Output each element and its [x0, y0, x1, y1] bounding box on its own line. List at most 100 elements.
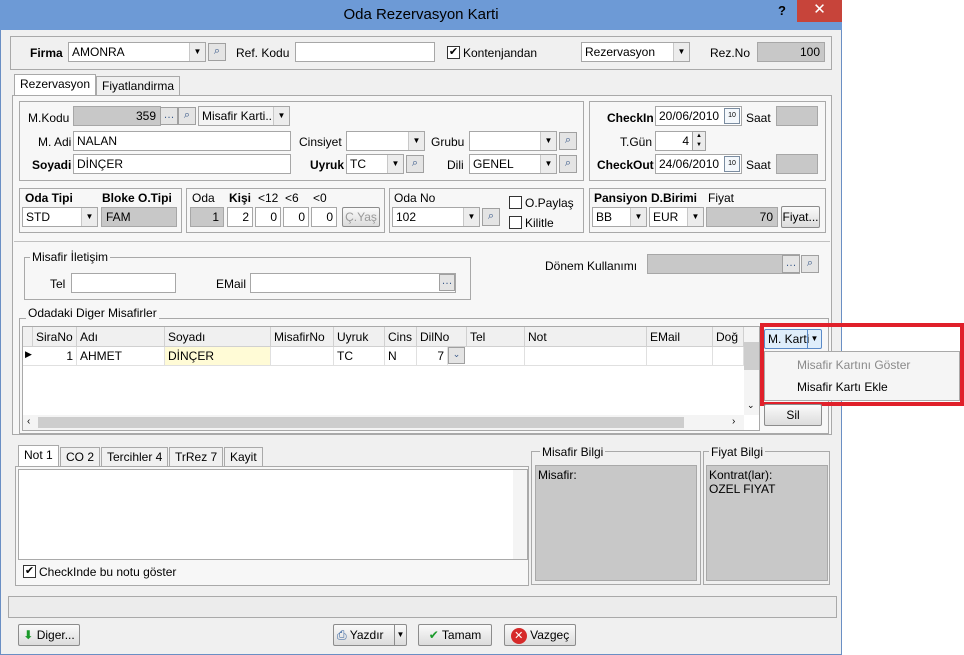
cell-cins[interactable]: N: [385, 347, 417, 365]
chevron-down-icon[interactable]: ▼: [540, 132, 556, 150]
checkin-note-checkbox[interactable]: ✔: [23, 565, 36, 578]
oda-no-select[interactable]: 102 ▼: [392, 207, 480, 227]
dbirimi-select[interactable]: EUR ▼: [649, 207, 704, 227]
search-icon[interactable]: ⌕: [208, 43, 226, 61]
ellipsis-button[interactable]: …: [782, 255, 800, 273]
col-dilno[interactable]: DilNo: [417, 327, 467, 347]
email-input[interactable]: [250, 273, 456, 293]
cell-dog[interactable]: [713, 347, 744, 365]
vazgec-button[interactable]: ✕ Vazgeç: [504, 624, 576, 646]
tab-fiyatlandirma[interactable]: Fiyatlandirma: [96, 76, 181, 96]
cell-email[interactable]: [647, 347, 713, 365]
col-cins[interactable]: Cins: [385, 327, 417, 347]
tgun-stepper[interactable]: ▲ ▼: [692, 131, 706, 151]
bloke-value: FAM: [101, 207, 177, 227]
note-textarea[interactable]: [18, 469, 528, 560]
ellipsis-button[interactable]: …: [439, 274, 455, 291]
diger-button[interactable]: ⬇ Diger...: [18, 624, 80, 646]
chevron-down-icon[interactable]: ▼: [463, 208, 479, 226]
search-icon[interactable]: ⌕: [178, 107, 196, 125]
tgun-input[interactable]: 4: [655, 131, 693, 151]
col-dog[interactable]: Doğ: [713, 327, 744, 347]
chevron-down-icon[interactable]: ▼: [673, 43, 689, 61]
opaylas-checkbox[interactable]: [509, 196, 522, 209]
col-email[interactable]: EMail: [647, 327, 713, 347]
cell-misafirno[interactable]: [271, 347, 334, 365]
chevron-down-icon[interactable]: ▼: [273, 107, 289, 125]
tab-not[interactable]: Not 1: [18, 445, 59, 467]
chevron-down-icon[interactable]: ▼: [189, 43, 205, 61]
ref-kodu-input[interactable]: [295, 42, 435, 62]
chevron-down-icon[interactable]: ▼: [687, 208, 703, 226]
madi-input[interactable]: NALAN: [73, 131, 291, 151]
lt12-input[interactable]: 0: [255, 207, 281, 227]
col-sirano[interactable]: SiraNo: [33, 327, 77, 347]
tamam-button[interactable]: ✔ Tamam: [418, 624, 492, 646]
yazdir-button[interactable]: ⎙ Yazdır ▼: [333, 624, 407, 646]
scroll-right-icon[interactable]: ›: [732, 416, 735, 427]
lt6-input[interactable]: 0: [283, 207, 309, 227]
tel-input[interactable]: [71, 273, 176, 293]
cinsiyet-select[interactable]: ▼: [346, 131, 425, 151]
note-scrollbar[interactable]: [513, 470, 527, 559]
tab-kayit[interactable]: Kayit: [224, 447, 263, 467]
col-soyadi[interactable]: Soyadı: [165, 327, 271, 347]
firma-field[interactable]: AMONRA ▼: [68, 42, 206, 62]
uyruk-select[interactable]: TC ▼: [346, 154, 404, 174]
soyadi-input[interactable]: DİNÇER: [73, 154, 291, 174]
dili-select[interactable]: GENEL ▼: [469, 154, 557, 174]
tab-co[interactable]: CO 2: [60, 447, 101, 467]
sil-button[interactable]: Sil: [764, 404, 822, 426]
kontenjandan-checkbox[interactable]: ✔: [447, 46, 460, 59]
misafir-karti-dropdown[interactable]: Misafir Karti... ▼: [198, 106, 290, 126]
help-button[interactable]: ?: [772, 2, 792, 22]
chevron-down-icon[interactable]: ▼: [630, 208, 646, 226]
search-icon[interactable]: ⌕: [482, 208, 500, 226]
oda-tipi-select[interactable]: STD ▼: [22, 207, 98, 227]
cell-not[interactable]: [525, 347, 647, 365]
col-tel[interactable]: Tel: [467, 327, 525, 347]
hscroll-thumb[interactable]: [38, 417, 684, 428]
search-icon[interactable]: ⌕: [559, 132, 577, 150]
grid-corner: [23, 327, 33, 347]
col-uyruk[interactable]: Uyruk: [334, 327, 385, 347]
cell-tel[interactable]: [467, 347, 525, 365]
chevron-down-icon[interactable]: ▼: [81, 208, 97, 226]
rez-type-select[interactable]: Rezervasyon ▼: [581, 42, 690, 62]
cell-sirano[interactable]: 1: [33, 347, 77, 365]
chevron-down-icon[interactable]: ▼: [387, 155, 403, 173]
scroll-left-icon[interactable]: ‹: [27, 416, 30, 427]
col-misafirno[interactable]: MisafirNo: [271, 327, 334, 347]
search-icon[interactable]: ⌕: [406, 155, 424, 173]
calendar-icon[interactable]: 10: [724, 156, 740, 172]
cell-uyruk[interactable]: TC: [334, 347, 385, 365]
cell-dilno[interactable]: 7: [417, 347, 448, 365]
kilitle-checkbox[interactable]: [509, 216, 522, 229]
cell-adi[interactable]: AHMET: [77, 347, 165, 365]
close-button[interactable]: ✕: [797, 0, 842, 22]
search-icon[interactable]: ⌕: [559, 155, 577, 173]
search-icon[interactable]: ⌕: [801, 255, 819, 273]
ellipsis-button[interactable]: …: [160, 107, 178, 125]
scrollbar-thumb[interactable]: [744, 342, 759, 370]
col-adi[interactable]: Adı: [77, 327, 165, 347]
divider: [14, 241, 830, 242]
tab-tercihler[interactable]: Tercihler 4: [101, 447, 169, 467]
lt0-input[interactable]: 0: [311, 207, 337, 227]
cell-soyadi[interactable]: DİNÇER: [165, 347, 271, 365]
calendar-icon[interactable]: 10: [724, 108, 740, 124]
chevron-down-icon[interactable]: ⌄: [448, 347, 465, 364]
scroll-down-icon[interactable]: ⌄: [747, 400, 755, 411]
chevron-down-icon[interactable]: ▼: [540, 155, 556, 173]
cyas-button[interactable]: Ç.Yaş: [342, 207, 380, 227]
col-not[interactable]: Not: [525, 327, 647, 347]
fiyat-button[interactable]: Fiyat...: [781, 206, 820, 228]
tab-trrez[interactable]: TrRez 7: [169, 447, 224, 467]
oda-no-value: 102: [396, 210, 417, 224]
grubu-select[interactable]: ▼: [469, 131, 557, 151]
chevron-down-icon[interactable]: ▼: [408, 132, 424, 150]
tab-rezervasyon[interactable]: Rezervasyon: [14, 74, 97, 96]
pansiyon-select[interactable]: BB ▼: [592, 207, 647, 227]
kisi-input[interactable]: 2: [227, 207, 253, 227]
chevron-down-icon[interactable]: ▼: [394, 625, 406, 645]
